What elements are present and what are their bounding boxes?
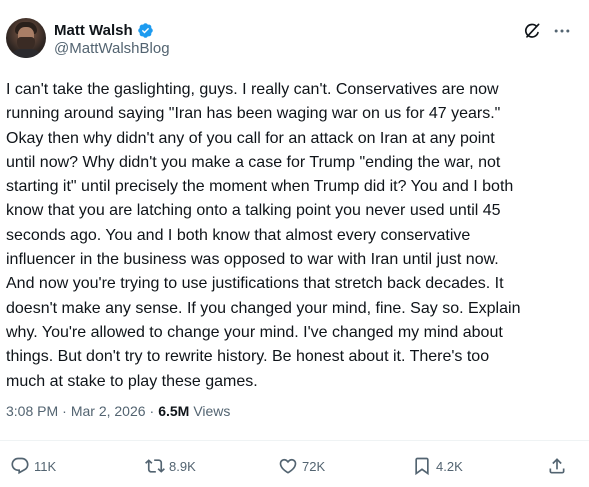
reply-icon [11, 457, 29, 475]
tweet-text-line: much at stake to play these games. [6, 372, 258, 390]
tweet-text-line: starting it" until precisely the moment … [6, 178, 514, 196]
tweet-text: I can't take the gaslighting, guys. I re… [6, 78, 576, 394]
views-label: Views [193, 403, 231, 419]
like-count: 72K [302, 458, 326, 474]
repost-count: 8.9K [169, 458, 196, 474]
author-handle[interactable]: @MattWalshBlog [54, 40, 170, 57]
reply-button[interactable]: 11K [10, 455, 56, 477]
tweet-text-line: And now you're trying to use justificati… [6, 275, 504, 293]
tweet-meta: 3:08 PM · Mar 2, 2026 · 6.5M Views [6, 403, 230, 419]
bookmark-icon [415, 457, 429, 476]
tweet-text-line: I can't take the gaslighting, guys. I re… [6, 81, 499, 98]
repost-button[interactable]: 8.9K [145, 455, 196, 477]
verified-badge-icon[interactable] [137, 22, 154, 39]
share-button[interactable] [547, 455, 567, 477]
like-icon [279, 458, 297, 474]
divider [0, 440, 589, 441]
tweet-text-line: running around saying "Iran has been wag… [6, 105, 501, 123]
bookmark-count: 4.2K [436, 458, 463, 474]
views-count: 6.5M [158, 403, 190, 419]
meta-separator: · [62, 403, 67, 419]
author-name[interactable]: Matt Walsh [54, 22, 133, 39]
tweet-text-line: doesn't make any sense. If you changed y… [6, 299, 521, 317]
tweet-text-line: things. But don't try to rewrite history… [6, 348, 490, 366]
repost-icon [145, 459, 165, 473]
tweet-text-line: influencer in the business was opposed t… [6, 251, 499, 269]
tweet-text-line: seconds ago. You and I both know that al… [6, 226, 471, 244]
author-name-row: Matt Walsh [54, 20, 154, 40]
tweet: Matt Walsh @MattWalshBlog I can't take t… [0, 0, 589, 487]
more-icon[interactable] [552, 21, 572, 41]
bookmark-button[interactable]: 4.2K [412, 455, 463, 477]
avatar[interactable] [6, 18, 46, 58]
share-icon [549, 458, 565, 474]
tweet-text-line: know that you are latching onto a talkin… [6, 202, 501, 220]
tweet-text-line: until now? Why didn't you make a case fo… [6, 153, 501, 171]
tweet-text-line: Okay then why didn't any of you call for… [6, 129, 495, 147]
grok-icon[interactable] [522, 21, 542, 41]
reply-count: 11K [34, 458, 57, 474]
like-button[interactable]: 72K [278, 455, 325, 477]
tweet-date[interactable]: Mar 2, 2026 [71, 403, 146, 419]
meta-separator: · [149, 403, 155, 419]
tweet-text-line: why. You're allowed to change your mind.… [6, 323, 503, 341]
tweet-time[interactable]: 3:08 PM [6, 403, 58, 419]
